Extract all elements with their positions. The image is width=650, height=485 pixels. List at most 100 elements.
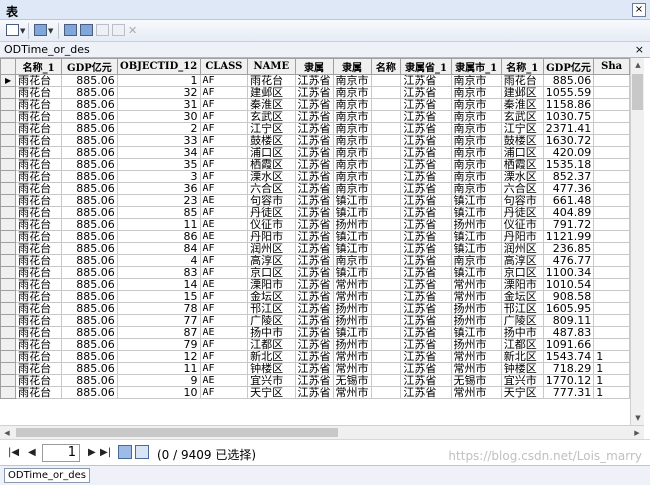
table-cell[interactable]: 江苏省 xyxy=(400,386,452,399)
table-cell[interactable]: 溧水区 xyxy=(500,170,544,183)
table-cell[interactable]: 江都区 xyxy=(247,338,296,351)
table-cell[interactable]: AF xyxy=(199,110,249,123)
table-cell[interactable]: 江苏省 xyxy=(400,206,452,219)
table-cell[interactable]: 10 xyxy=(116,386,201,399)
table-cell[interactable]: 丹阳市 xyxy=(247,230,296,243)
table-cell[interactable] xyxy=(593,290,630,303)
table-cell[interactable] xyxy=(370,218,402,231)
table-cell[interactable]: 常州市 xyxy=(450,350,502,363)
table-cell[interactable]: 791.72 xyxy=(542,218,595,231)
table-cell[interactable]: 新北区 xyxy=(500,350,544,363)
table-cell[interactable]: 金坛区 xyxy=(247,290,296,303)
table-cell[interactable]: 江苏省 xyxy=(294,86,334,99)
table-cell[interactable]: 江苏省 xyxy=(294,290,334,303)
table-cell[interactable]: 南京市 xyxy=(450,98,502,111)
table-cell[interactable]: 雨花台 xyxy=(15,302,63,315)
table-row[interactable]: 雨花台 885.06 33 AF 鼓楼区 江苏省 南京市 江苏省 南京市 鼓楼区 1630.72 xyxy=(0,134,630,147)
table-cell[interactable]: 江苏省 xyxy=(400,194,452,207)
vertical-scrollbar[interactable]: ▲ ▼ xyxy=(630,58,644,425)
table-cell[interactable] xyxy=(593,110,630,123)
table-cell[interactable]: 天宁区 xyxy=(500,386,544,399)
column-header[interactable]: 名称 xyxy=(370,58,402,75)
table-cell[interactable]: 1 xyxy=(593,350,630,363)
table-row[interactable]: 雨花台 885.06 34 AF 浦口区 江苏省 南京市 江苏省 南京市 浦口区 420.09 xyxy=(0,146,630,159)
table-row[interactable]: 雨花台 885.06 12 AF 新北区 江苏省 常州市 江苏省 常州市 新北区 1543.74 1 xyxy=(0,350,630,363)
table-row[interactable]: 雨花台 885.06 3 AF 溧水区 江苏省 南京市 江苏省 南京市 溧水区 852.37 xyxy=(0,170,630,183)
table-cell[interactable]: 无锡市 xyxy=(332,374,372,387)
table-cell[interactable]: 南京市 xyxy=(332,86,372,99)
table-cell[interactable]: 885.06 xyxy=(61,242,118,255)
table-cell[interactable]: 扬州市 xyxy=(450,302,502,315)
table-cell[interactable]: 江苏省 xyxy=(294,146,334,159)
table-cell[interactable] xyxy=(593,338,630,351)
first-record-button[interactable]: |◀ xyxy=(8,447,19,458)
table-cell[interactable]: 鼓楼区 xyxy=(500,134,544,147)
row-selector[interactable] xyxy=(0,110,17,123)
show-all-records-icon[interactable] xyxy=(118,445,132,459)
table-cell[interactable]: 南京市 xyxy=(450,122,502,135)
table-cell[interactable]: 雨花台 xyxy=(15,110,63,123)
table-cell[interactable] xyxy=(370,170,402,183)
table-cell[interactable] xyxy=(593,74,630,87)
table-cell[interactable] xyxy=(370,386,402,399)
table-cell[interactable]: 扬州市 xyxy=(450,314,502,327)
table-cell[interactable]: 885.06 xyxy=(61,350,118,363)
table-cell[interactable]: 丹徒区 xyxy=(247,206,296,219)
table-cell[interactable]: 江苏省 xyxy=(294,362,334,375)
table-row[interactable]: ▶ 雨花台 885.06 1 AF 雨花台 江苏省 南京市 江苏省 南京市 雨花台 885.06 xyxy=(0,74,630,87)
row-selector[interactable] xyxy=(0,338,17,351)
table-row[interactable]: 雨花台 885.06 9 AE 宜兴市 江苏省 无锡市 江苏省 无锡市 宜兴市 1770.12 1 xyxy=(0,374,630,387)
table-cell[interactable]: 江苏省 xyxy=(294,206,334,219)
table-cell[interactable]: 溧阳市 xyxy=(500,278,544,291)
table-cell[interactable]: 江苏省 xyxy=(294,326,334,339)
close-window-button[interactable]: × xyxy=(632,3,646,17)
table-cell[interactable]: 扬中市 xyxy=(247,326,296,339)
table-cell[interactable]: AF xyxy=(199,158,249,171)
table-cell[interactable]: 句容市 xyxy=(247,194,296,207)
table-cell[interactable]: 1 xyxy=(116,74,201,87)
table-cell[interactable]: 镇江市 xyxy=(332,194,372,207)
table-row[interactable]: 雨花台 885.06 77 AF 广陵区 江苏省 扬州市 江苏省 扬州市 广陵区 809.11 xyxy=(0,314,630,327)
table-cell[interactable] xyxy=(593,278,630,291)
table-cell[interactable]: 30 xyxy=(116,110,201,123)
table-cell[interactable]: 84 xyxy=(116,242,201,255)
table-cell[interactable]: 南京市 xyxy=(450,86,502,99)
table-cell[interactable]: 镇江市 xyxy=(450,194,502,207)
table-cell[interactable] xyxy=(593,122,630,135)
table-cell[interactable]: 江苏省 xyxy=(294,74,334,87)
row-selector[interactable] xyxy=(0,374,17,387)
table-row[interactable]: 雨花台 885.06 36 AF 六合区 江苏省 南京市 江苏省 南京市 六合区 477.36 xyxy=(0,182,630,195)
table-cell[interactable]: AF xyxy=(199,98,249,111)
table-cell[interactable]: 栖霞区 xyxy=(247,158,296,171)
table-cell[interactable] xyxy=(370,158,402,171)
column-header[interactable]: 隶属省_1 xyxy=(400,58,452,75)
table-cell[interactable]: 885.06 xyxy=(61,134,118,147)
table-cell[interactable]: 天宁区 xyxy=(247,386,296,399)
table-cell[interactable]: 江苏省 xyxy=(294,98,334,111)
table-cell[interactable]: AF xyxy=(199,146,249,159)
table-cell[interactable]: 江苏省 xyxy=(400,302,452,315)
table-cell[interactable]: AE xyxy=(199,278,249,291)
table-cell[interactable] xyxy=(593,266,630,279)
table-cell[interactable]: 江苏省 xyxy=(400,122,452,135)
table-cell[interactable]: 718.29 xyxy=(542,362,595,375)
table-cell[interactable]: 江苏省 xyxy=(294,122,334,135)
table-cell[interactable]: 1121.99 xyxy=(542,230,595,243)
table-cell[interactable]: 江苏省 xyxy=(400,350,452,363)
table-row[interactable]: 雨花台 885.06 31 AF 秦淮区 江苏省 南京市 江苏省 南京市 秦淮区 1158.86 xyxy=(0,98,630,111)
table-cell[interactable]: 六合区 xyxy=(500,182,544,195)
table-cell[interactable]: 雨花台 xyxy=(15,290,63,303)
table-cell[interactable]: 雨花台 xyxy=(15,326,63,339)
table-cell[interactable] xyxy=(370,86,402,99)
table-cell[interactable]: 908.58 xyxy=(542,290,595,303)
horizontal-scrollbar[interactable]: ◀ ▶ xyxy=(0,425,644,439)
table-cell[interactable]: AF xyxy=(199,242,249,255)
attribute-table-grid[interactable]: 名称_1 GDP亿元 OBJECTID_12 CLASS NAME 隶属 隶属 名称 隶属省_1… xyxy=(0,58,630,425)
table-cell[interactable]: 新北区 xyxy=(247,350,296,363)
table-cell[interactable]: 江苏省 xyxy=(400,242,452,255)
table-cell[interactable]: 1630.72 xyxy=(542,134,595,147)
table-row[interactable]: 雨花台 885.06 15 AF 金坛区 江苏省 常州市 江苏省 常州市 金坛区 908.58 xyxy=(0,290,630,303)
table-cell[interactable]: 3 xyxy=(116,170,201,183)
row-selector[interactable] xyxy=(0,98,17,111)
table-cell[interactable]: 雨花台 xyxy=(15,338,63,351)
